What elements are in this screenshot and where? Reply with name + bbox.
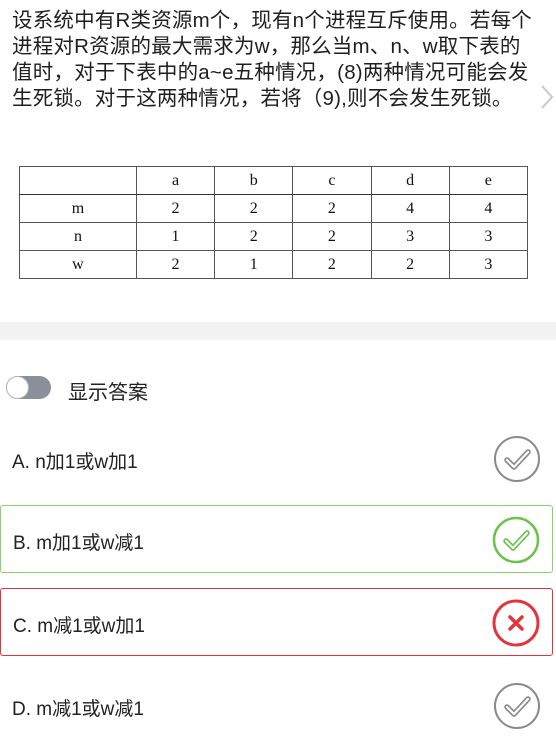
show-answer-label: 显示答案 xyxy=(68,382,148,404)
question-text: 设系统中有R类资源m个，现有n个进程互斥使用。若每个进程对R资源的最大需求为w，… xyxy=(12,9,532,110)
option-d[interactable]: D. m减1或w减1 xyxy=(0,672,553,740)
option-b[interactable]: B. m加1或w减1 xyxy=(0,505,553,573)
table-cell: 2 xyxy=(292,194,372,223)
table-cell: 4 xyxy=(370,194,450,223)
option-text: D. m减1或w减1 xyxy=(12,699,144,720)
table-header-cell: b xyxy=(214,166,294,195)
table-row: n 1 2 2 3 3 xyxy=(19,222,529,251)
table-cell: n xyxy=(19,222,137,251)
table-cell: 2 xyxy=(135,250,216,279)
option-text: C. m减1或w加1 xyxy=(13,616,145,637)
option-text: A. n加1或w加1 xyxy=(12,452,138,473)
x-circle-red-icon xyxy=(492,599,540,647)
table-row: w 2 1 2 2 3 xyxy=(19,250,529,279)
table-header-cell: c xyxy=(292,166,372,195)
table-cell: w xyxy=(19,250,137,279)
table-cell: 2 xyxy=(214,222,294,251)
table-header-cell: d xyxy=(370,166,450,195)
table-cell: 1 xyxy=(135,222,216,251)
table-row: m 2 2 2 4 4 xyxy=(19,194,529,223)
check-circle-gray-icon xyxy=(494,683,540,729)
table-cell: 1 xyxy=(214,250,294,279)
table-cell: 2 xyxy=(214,194,294,223)
table-header-row: a b c d e xyxy=(19,166,529,195)
table-cell: 2 xyxy=(370,250,450,279)
table-cell: 2 xyxy=(292,222,372,251)
option-a[interactable]: A. n加1或w加1 xyxy=(0,425,553,493)
table-cell: 4 xyxy=(448,194,529,223)
check-circle-gray-icon xyxy=(494,436,540,482)
check-circle-green-icon xyxy=(492,516,540,564)
table-cell: m xyxy=(19,194,137,223)
toggle-knob xyxy=(6,376,29,399)
table-header-cell: a xyxy=(135,166,216,195)
table-cell: 3 xyxy=(448,250,529,279)
table-cell: 2 xyxy=(135,194,216,223)
option-text: B. m加1或w减1 xyxy=(13,533,144,554)
table-cell: 3 xyxy=(448,222,529,251)
option-c[interactable]: C. m减1或w加1 xyxy=(0,588,553,656)
section-divider xyxy=(0,322,556,340)
table-cell: 2 xyxy=(292,250,372,279)
table-cell: 3 xyxy=(370,222,450,251)
show-answer-toggle[interactable] xyxy=(6,376,51,399)
table-header-cell: e xyxy=(448,166,529,195)
chevron-right-icon[interactable] xyxy=(540,84,554,110)
values-table: a b c d e m 2 2 2 4 4 n 1 2 2 3 3 w 2 1 … xyxy=(19,166,529,279)
table-header-cell xyxy=(19,166,137,195)
show-answer-row: 显示答案 xyxy=(0,372,556,404)
